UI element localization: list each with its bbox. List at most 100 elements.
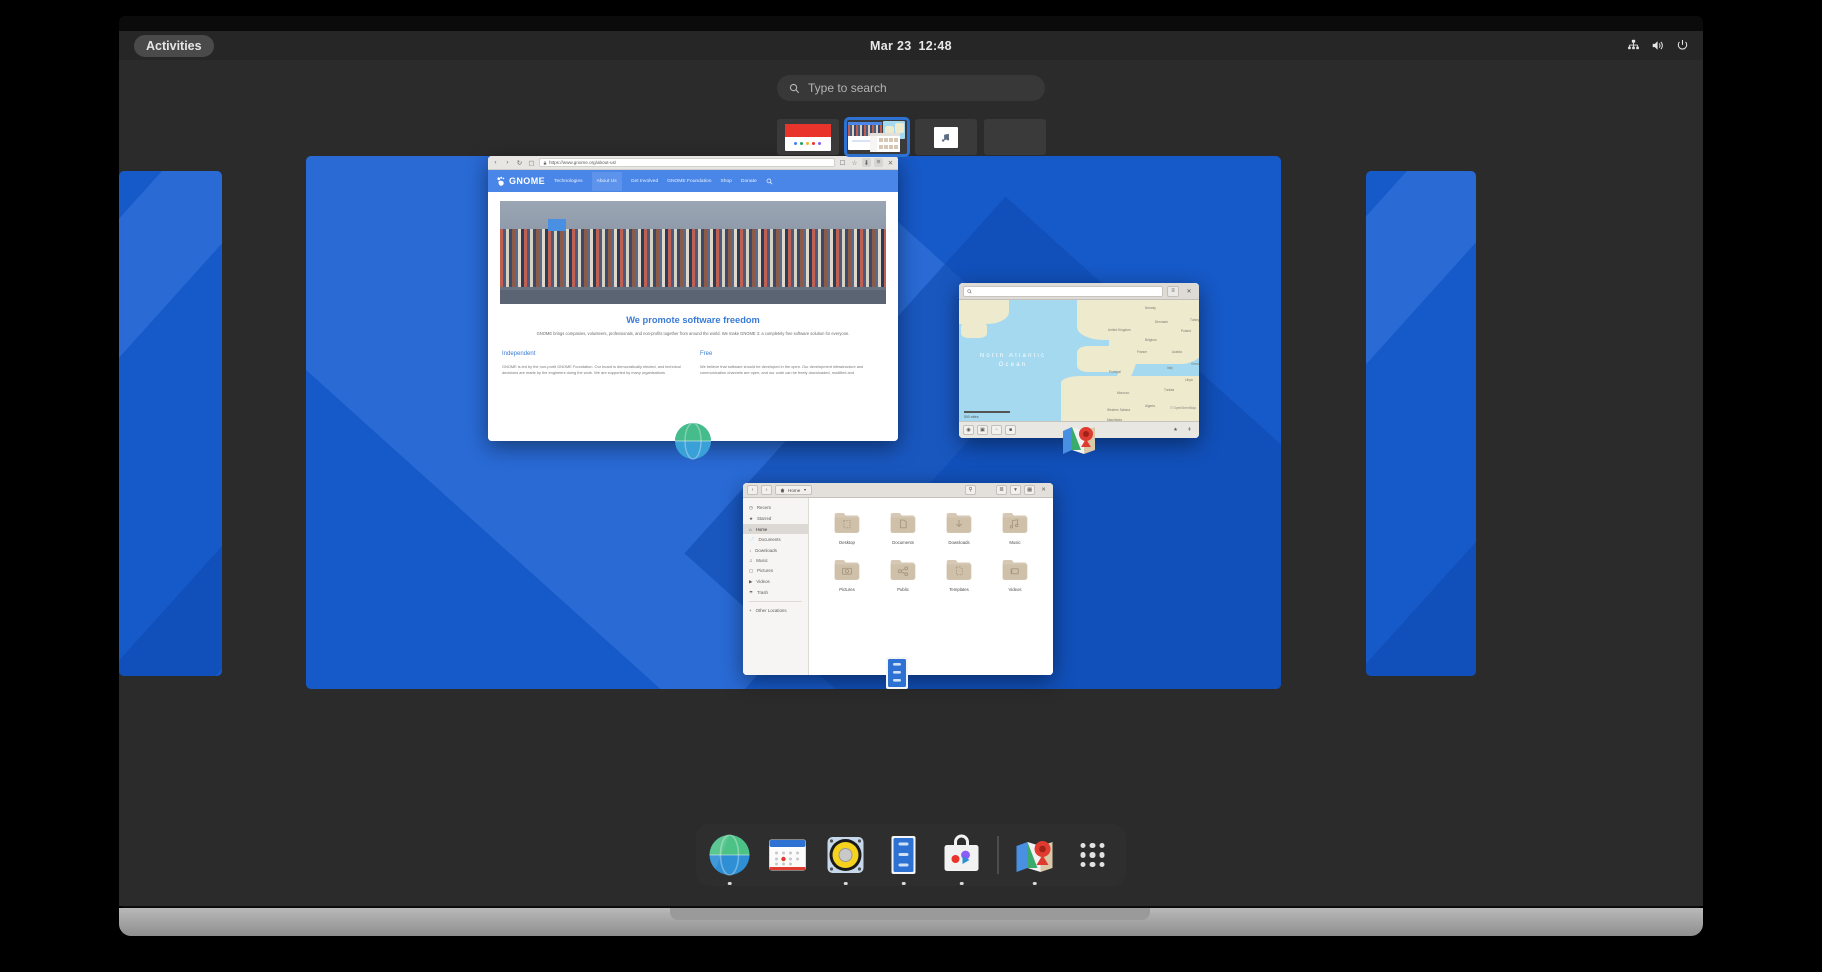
grid-dot [1080,842,1086,849]
workspace-thumbnail-1[interactable] [776,119,839,155]
download-icon[interactable]: ⬇ [862,158,871,167]
nav-technologies[interactable]: Technologies [554,179,583,184]
running-indicator [1032,881,1037,885]
map-canvas[interactable]: North Atlantic Ocean Norway Denmark Unit… [959,300,1199,438]
sort-icon[interactable]: ▾ [1010,485,1021,495]
sidebar-item-label: Home [755,526,768,532]
column-body: GNOME is led by the non-profit GNOME Fou… [502,363,681,376]
nav-gnome-foundation[interactable]: GNOME Foundation [667,179,711,184]
sidebar-item-label: Trash [756,590,768,595]
zoom-in-icon[interactable]: ■ [1005,425,1016,435]
folder-pictures[interactable]: Pictures [819,558,875,592]
window-preview-files[interactable]: ‹ › Home ▼ ⚲ ≣ ▾ ▦ ✕ ◷ Recent ★ Starred … [743,483,1053,689]
breadcrumb[interactable]: Home ▼ [775,485,812,495]
folder-public[interactable]: Public [875,558,931,592]
hamburger-menu-icon[interactable]: ≡ [1167,285,1179,297]
gnome-foot-icon [497,176,505,186]
nav-get-involved[interactable]: Get Involved [631,179,658,184]
dock-app-calendar[interactable] [766,833,810,877]
sidebar-item-home[interactable]: ⌂ Home [743,524,808,534]
sidebar-item-recent[interactable]: ◷ Recent [743,502,808,513]
route-icon[interactable]: ↟ [1184,425,1195,435]
map-icon [1016,841,1053,872]
workspace-thumbnail-3[interactable] [914,119,977,155]
sidebar-item-starred[interactable]: ★ Starred [743,513,808,524]
map-scale-bar [964,411,1010,413]
chevron-down-icon[interactable]: ▼ [803,488,807,492]
sidebar-item-downloads[interactable]: ↓ Downloads [743,545,808,555]
location-icon[interactable]: ◉ [963,425,974,435]
grid-dot [1089,852,1096,858]
column-title: Independent [502,350,536,357]
reader-icon[interactable]: ☐ [838,158,847,167]
folder-templates[interactable]: Templates [931,558,987,592]
speaker-icon [827,837,864,873]
clock[interactable]: Mar 23 12:48 [119,39,1703,53]
back-icon[interactable]: ‹ [747,485,758,495]
layers-icon[interactable]: ▣ [977,425,988,435]
power-icon [1677,39,1688,50]
window-preview-maps[interactable]: ≡ ✕ North Atlantic Ocean Norway Denmark … [959,283,1199,454]
folder-documents[interactable]: Documents [875,511,931,545]
folder-label: Music [1009,540,1021,545]
close-icon[interactable]: ✕ [886,158,895,167]
show-applications-button[interactable] [1071,833,1115,877]
dock-app-software[interactable] [940,833,984,885]
sidebar-item-trash[interactable]: ☂ Trash [743,587,808,598]
sidebar-item-music[interactable]: ♫ Music [743,555,808,565]
laptop-trackpad-notch [670,908,1150,920]
grid-dot [1089,861,1096,868]
activities-button[interactable]: Activities [134,34,214,57]
gnome-brand-text: GNOME [509,176,546,186]
wallpaper-next-workspace[interactable] [1366,171,1476,676]
sidebar-item-documents[interactable]: 📄 Documents [743,534,808,545]
workspace-thumbnail-4[interactable] [983,119,1046,155]
window-preview-web-browser[interactable]: ‹ › ↻ ▢ https://www.gnome.org/about-us/ … [488,156,898,460]
volume-icon [1652,41,1663,50]
grid-dot [1089,842,1096,849]
nav-shop[interactable]: Shop [720,179,731,184]
system-status-area[interactable] [1627,39,1689,52]
template-folder-icon [946,559,972,580]
sidebar-item-pictures[interactable]: ▢ Pictures [743,565,808,576]
dock-app-rhythmbox[interactable] [824,833,868,885]
nav-about-us[interactable]: About Us [591,171,622,191]
map-attribution: © OpenStreetMap [1170,406,1196,410]
forward-icon[interactable]: › [761,485,772,495]
dock-app-maps[interactable] [1013,833,1057,885]
dock-app-files[interactable] [882,833,926,885]
wallpaper-prev-workspace[interactable] [119,171,222,676]
workspace-thumbnail-2[interactable] [843,117,910,157]
folder-downloads[interactable]: Downloads [931,511,987,545]
folder-music[interactable]: Music [987,511,1043,545]
bookmark-icon[interactable]: ▢ [527,158,536,167]
zoom-out-icon[interactable]: ▫ [991,425,1002,435]
sidebar-item-label: Pictures [757,568,774,573]
close-icon[interactable]: ✕ [1183,285,1195,297]
favorite-icon[interactable]: ★ [1170,425,1181,435]
back-icon[interactable]: ‹ [491,158,500,167]
folder-desktop[interactable]: Desktop [819,511,875,545]
sidebar-item-videos[interactable]: ▶ Videos [743,576,808,587]
close-icon[interactable]: ✕ [1038,485,1049,495]
dock-app-web-browser[interactable] [708,833,752,885]
map-label-turkey: Turkey [1190,318,1199,322]
nav-donate[interactable]: Donate [741,179,757,184]
forward-icon[interactable]: › [503,158,512,167]
search-input[interactable]: Type to search [777,75,1045,101]
folder-videos[interactable]: Videos [987,558,1043,592]
maps-search-input[interactable] [963,285,1163,297]
running-indicator [727,881,732,885]
search-icon[interactable] [766,178,773,185]
star-icon[interactable]: ☆ [850,158,859,167]
reload-icon[interactable]: ↻ [515,158,524,167]
view-mode-icon[interactable]: ▦ [1024,485,1035,495]
sidebar-item-other-locations[interactable]: + Other Locations [743,605,808,615]
folder-label: Templates [949,587,969,592]
search-icon[interactable]: ⚲ [965,485,976,495]
browser-url-bar[interactable]: https://www.gnome.org/about-us/ [539,158,835,167]
map-label-greece: Greece [1191,362,1199,366]
list-view-icon[interactable]: ≣ [996,485,1007,495]
page-intro: GNOME brings companies, volunteers, prof… [536,331,850,336]
menu-icon[interactable]: ≡ [874,158,883,167]
